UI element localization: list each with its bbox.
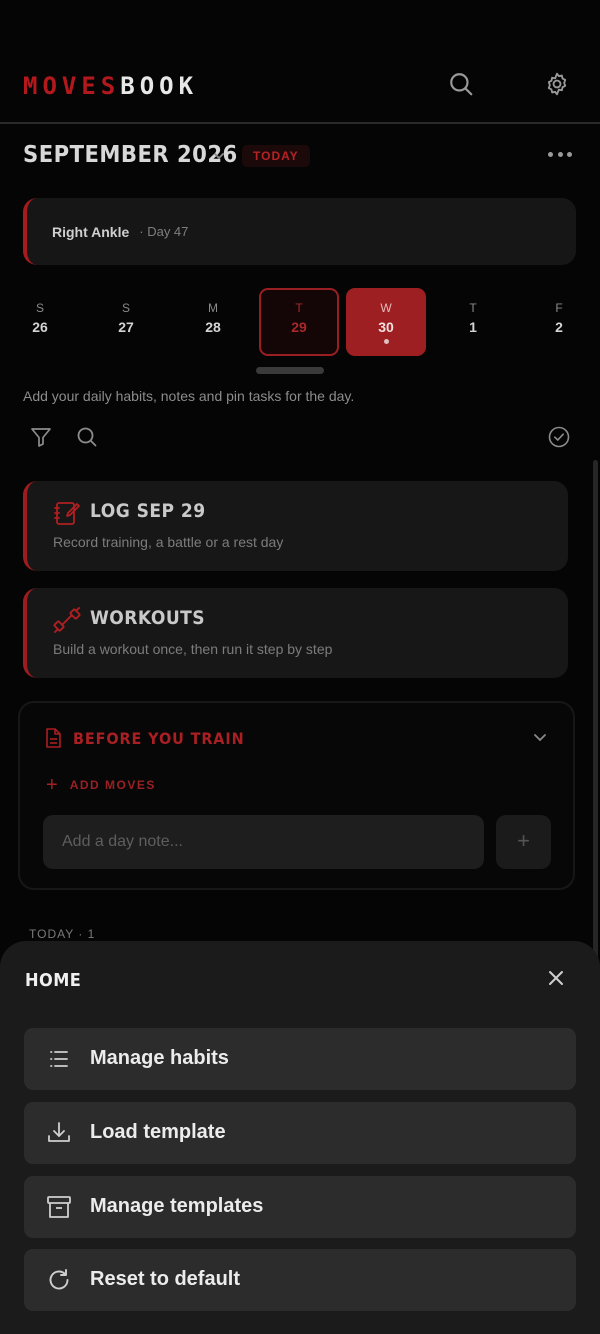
add-moves-button[interactable]: + ADD MOVES xyxy=(46,774,156,796)
card-title: LOG SEP 29 xyxy=(90,500,206,522)
load-template-button[interactable]: Load template xyxy=(24,1102,576,1164)
brand-part-1: MOVES xyxy=(23,72,121,100)
close-icon[interactable] xyxy=(547,969,565,987)
plus-icon: + xyxy=(46,774,58,796)
menu-item-label: Reset to default xyxy=(90,1268,241,1290)
day-cell[interactable]: F 2 xyxy=(519,288,599,356)
sheet-title: HOME xyxy=(25,970,82,991)
day-cell[interactable]: T 1 xyxy=(433,288,513,356)
add-moves-label: ADD MOVES xyxy=(69,778,156,792)
calendar-drag-handle[interactable] xyxy=(256,367,324,374)
more-options-icon[interactable] xyxy=(548,144,572,164)
chevron-down-icon[interactable] xyxy=(212,150,226,162)
day-letter: W xyxy=(380,301,392,315)
app-header: MOVESBOOK xyxy=(0,0,600,124)
day-letter: M xyxy=(208,301,218,315)
brand-logo: MOVESBOOK xyxy=(23,72,198,100)
today-button[interactable]: TODAY xyxy=(242,145,310,167)
day-number: 30 xyxy=(378,319,394,335)
chevron-down-icon[interactable] xyxy=(532,731,548,745)
day-number: 1 xyxy=(469,319,477,335)
day-letter: S xyxy=(35,301,44,315)
month-label[interactable]: SEPTEMBER 2026 xyxy=(23,142,238,168)
download-icon xyxy=(48,1122,70,1142)
app-root: MOVESBOOK SEPTEMBER 2026 TODAY Right Ank… xyxy=(0,0,600,1334)
day-number: 2 xyxy=(555,319,563,335)
day-hint-text: Add your daily habits, notes and pin tas… xyxy=(23,388,355,404)
day-number: 26 xyxy=(32,319,48,335)
injury-banner[interactable]: Right Ankle · Day 47 xyxy=(23,198,576,265)
day-cell[interactable]: M 28 xyxy=(173,288,253,356)
day-number: 29 xyxy=(291,319,307,335)
document-icon xyxy=(46,728,61,748)
day-cell[interactable]: S 27 xyxy=(86,288,166,356)
manage-templates-button[interactable]: Manage templates xyxy=(24,1176,576,1238)
entry-dot xyxy=(383,339,389,344)
search-icon[interactable] xyxy=(75,425,99,449)
filter-icon[interactable] xyxy=(29,425,53,449)
card-subtitle: Build a workout once, then run it step b… xyxy=(53,641,333,657)
home-bottom-sheet: HOME Manage habits Load template Manage … xyxy=(0,941,600,1334)
section-title[interactable]: BEFORE YOU TRAIN xyxy=(73,729,245,748)
card-title: WORKOUTS xyxy=(90,607,206,629)
injury-day: · Day 47 xyxy=(139,224,189,239)
day-letter: F xyxy=(555,301,563,315)
archive-icon xyxy=(47,1196,71,1218)
scrollbar[interactable] xyxy=(593,460,598,960)
menu-item-label: Load template xyxy=(90,1121,226,1143)
search-icon[interactable] xyxy=(447,70,475,98)
injury-name: Right Ankle xyxy=(52,223,130,240)
week-strip: S 26 S 27 M 28 T 29 W 30 T 1 F 2 xyxy=(0,288,600,356)
edit-notebook-icon xyxy=(54,502,80,525)
check-circle-icon[interactable] xyxy=(547,425,571,449)
day-note-input[interactable] xyxy=(43,815,484,869)
gear-icon[interactable] xyxy=(543,70,571,98)
log-day-card[interactable]: LOG SEP 29 Record training, a battle or … xyxy=(23,481,568,571)
day-letter: T xyxy=(295,301,303,315)
add-note-button[interactable]: + xyxy=(496,815,551,869)
day-number: 27 xyxy=(118,319,134,335)
menu-item-label: Manage templates xyxy=(90,1195,264,1217)
day-number: 28 xyxy=(205,319,221,335)
reset-default-button[interactable]: Reset to default xyxy=(24,1249,576,1311)
refresh-icon xyxy=(49,1269,69,1290)
day-letter: T xyxy=(469,301,477,315)
workouts-card[interactable]: WORKOUTS Build a workout once, then run … xyxy=(23,588,568,678)
day-cell-selected[interactable]: T 29 xyxy=(259,288,339,356)
card-subtitle: Record training, a battle or a rest day xyxy=(53,534,284,550)
day-cell-today[interactable]: W 30 xyxy=(346,288,426,356)
day-letter: S xyxy=(121,301,130,315)
brand-part-2: BOOK xyxy=(120,72,199,100)
manage-habits-button[interactable]: Manage habits xyxy=(24,1028,576,1090)
before-you-train-section: BEFORE YOU TRAIN + ADD MOVES + xyxy=(18,701,575,890)
dumbbell-icon xyxy=(53,607,81,633)
today-count-label: TODAY · 1 xyxy=(29,927,96,941)
menu-item-label: Manage habits xyxy=(90,1047,229,1069)
day-cell[interactable]: S 26 xyxy=(0,288,80,356)
list-icon xyxy=(50,1051,68,1067)
